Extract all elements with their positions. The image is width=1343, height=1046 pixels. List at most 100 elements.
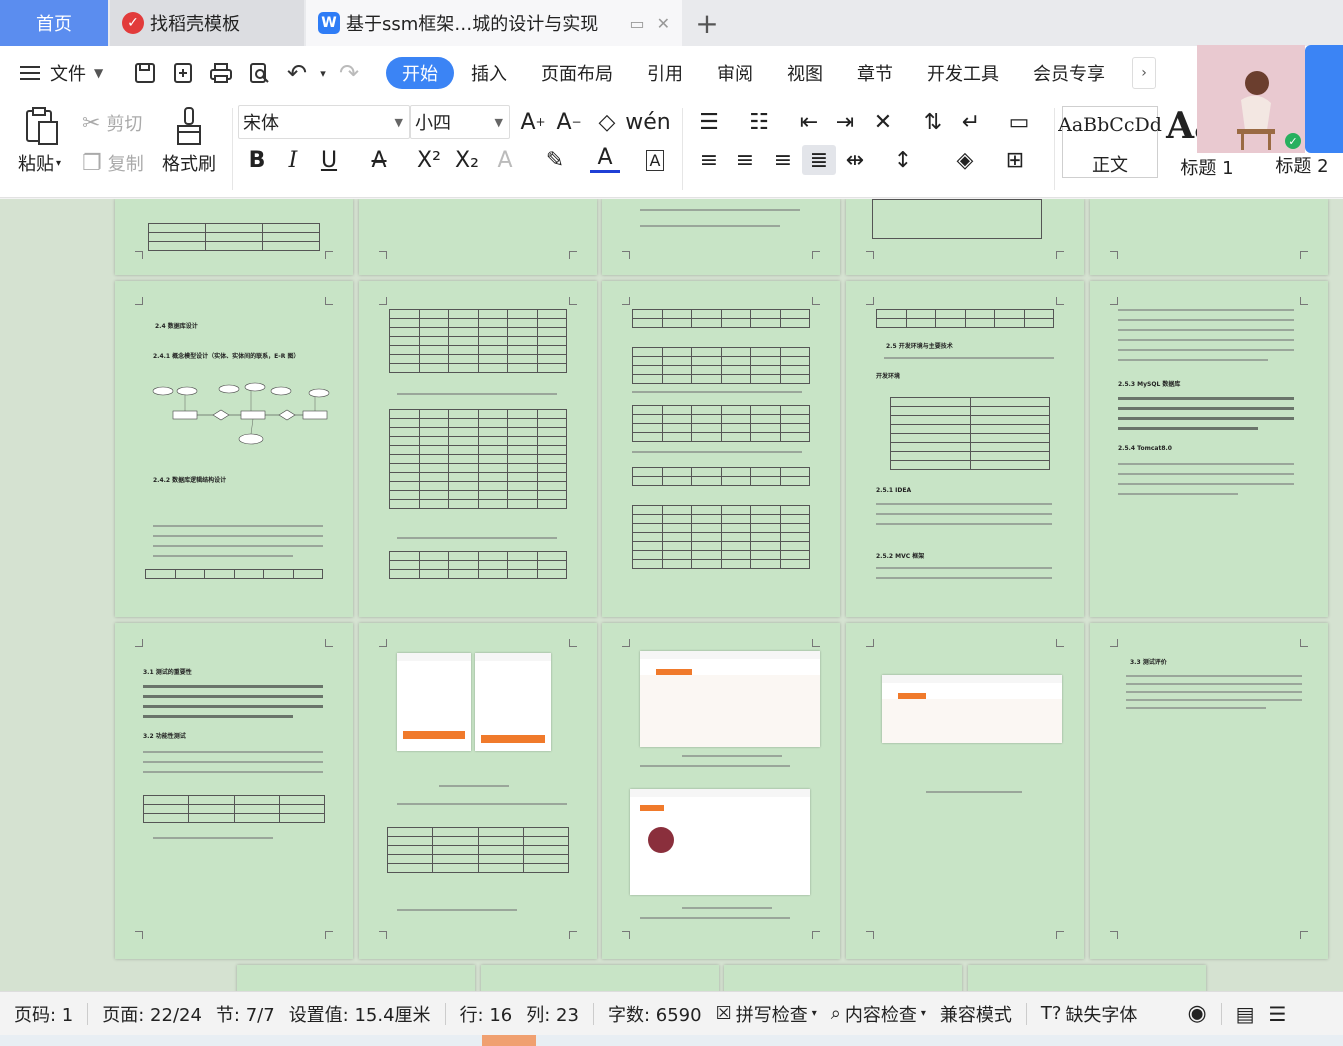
page-thumbnail[interactable]: 2.5.3 MySQL 数据库 2.5.4 Tomcat8.0 (1090, 281, 1328, 617)
page-thumbnail[interactable] (602, 281, 840, 617)
font-size-select[interactable]: 小四 ▼ (410, 105, 510, 139)
divider (592, 1002, 594, 1025)
font-name-select[interactable]: 宋体 ▼ (238, 105, 410, 139)
tab-start[interactable]: 开始 (386, 57, 454, 89)
tab-references[interactable]: 引用 (630, 57, 700, 89)
page-thumbnail[interactable] (359, 281, 597, 617)
italic-icon[interactable]: I (278, 145, 308, 175)
file-menu[interactable]: 文件 ▼ (20, 60, 126, 86)
tab-chapter[interactable]: 章节 (840, 57, 910, 89)
distributed-icon[interactable]: ⇹ (840, 145, 870, 175)
save-icon[interactable] (126, 54, 164, 92)
copy-button[interactable]: ❐ 复制 (82, 150, 144, 176)
page-thumbnail[interactable] (846, 623, 1084, 959)
print-preview-icon[interactable] (240, 54, 278, 92)
increase-indent-icon[interactable]: ⇥ (830, 107, 860, 137)
page-thumbnail[interactable]: 2.5 开发环境与主要技术 开发环境 2.5.1 IDEA 2.5.2 MVC … (846, 281, 1084, 617)
side-panel-toggle[interactable] (1305, 45, 1343, 153)
tab-insert[interactable]: 插入 (454, 57, 524, 89)
more-tabs-icon[interactable]: › (1132, 57, 1156, 89)
avatar[interactable]: ✓ (1197, 45, 1305, 153)
status-page[interactable]: 页面: 22/24 (102, 1001, 202, 1027)
page-thumbnail[interactable] (968, 965, 1206, 991)
bold-icon[interactable]: B (242, 145, 272, 175)
text-effect-icon[interactable]: A (490, 145, 520, 175)
numbered-list-icon[interactable]: ☷ (744, 107, 774, 137)
section-heading: 2.5 开发环境与主要技术 (886, 343, 953, 350)
grow-font-icon[interactable]: A + (518, 107, 548, 137)
strikethrough-icon[interactable]: A (364, 145, 394, 175)
print-icon[interactable] (202, 54, 240, 92)
tab-home[interactable]: 首页 (0, 0, 108, 46)
page-thumbnail[interactable]: 2.4 数据库设计 2.4.1 概念模型设计（实体、实体间的联系，E-R 图） (115, 281, 353, 617)
brush-icon[interactable] (174, 106, 204, 146)
char-border-icon[interactable]: A (640, 145, 670, 175)
pinyin-icon[interactable]: wén (625, 107, 670, 137)
missing-font-button[interactable]: T? 缺失字体 (1041, 1001, 1138, 1027)
bullet-list-icon[interactable]: ☰ (694, 107, 724, 137)
align-center-icon[interactable]: ≡ (730, 145, 760, 175)
style-normal[interactable]: AaBbCcDd 正文 (1058, 106, 1162, 178)
justify-icon[interactable]: ≣ (802, 145, 836, 175)
status-page-code[interactable]: 页码: 1 (14, 1001, 73, 1027)
spell-check-button[interactable]: ☒ 拼写检查 ▾ (716, 1001, 817, 1027)
content-check-button[interactable]: ⌕ 内容检查 ▾ (831, 1001, 926, 1027)
status-word-count[interactable]: 字数: 6590 (608, 1001, 702, 1027)
tab-developer[interactable]: 开发工具 (910, 57, 1016, 89)
borders-icon[interactable]: ⊞ (1000, 145, 1030, 175)
page-thumbnail[interactable] (846, 199, 1084, 275)
format-painter-button[interactable]: 格式刷 (162, 150, 216, 176)
page-thumbnail[interactable] (481, 965, 719, 991)
page-thumbnail[interactable] (602, 199, 840, 275)
subscript-icon[interactable]: X₂ (452, 145, 482, 175)
tab-stops-icon[interactable]: ▭ (1004, 107, 1034, 137)
page-view-icon[interactable]: ▤ (1236, 1002, 1255, 1026)
page-thumbnail[interactable] (602, 623, 840, 959)
underline-icon[interactable]: U (314, 145, 344, 175)
tab-template[interactable]: ✓ 找稻壳模板 (110, 0, 304, 46)
tab-member[interactable]: 会员专享 (1016, 57, 1122, 89)
close-icon[interactable]: ✕ (657, 14, 670, 33)
tab-view[interactable]: 视图 (770, 57, 840, 89)
redo-icon[interactable]: ↷ (330, 54, 368, 92)
monitor-icon[interactable]: ▭ (629, 14, 644, 33)
font-color-icon[interactable]: A (590, 145, 620, 173)
highlight-icon[interactable]: ✎ (540, 145, 570, 175)
document-canvas[interactable]: 2.4 数据库设计 2.4.1 概念模型设计（实体、实体间的联系，E-R 图） (0, 199, 1343, 991)
page-thumbnail[interactable] (237, 965, 475, 991)
page-thumbnail[interactable] (724, 965, 962, 991)
align-left-icon[interactable]: ≡ (694, 145, 724, 175)
tab-review[interactable]: 审阅 (700, 57, 770, 89)
outline-view-icon[interactable]: ☰ (1269, 1002, 1287, 1026)
page-thumbnail[interactable] (359, 623, 597, 959)
page-thumbnail[interactable] (115, 199, 353, 275)
new-tab-button[interactable]: + (682, 0, 732, 46)
cut-button[interactable]: ✂ 剪切 (82, 110, 142, 136)
align-right-icon[interactable]: ≡ (768, 145, 798, 175)
tab-template-label: 找稻壳模板 (150, 14, 240, 35)
undo-dropdown-icon[interactable]: ▾ (316, 54, 330, 92)
shrink-font-icon[interactable]: A − (554, 107, 584, 137)
style-heading-1-label: 标题 1 (1180, 158, 1234, 179)
page-thumbnail[interactable] (359, 199, 597, 275)
tab-page-layout[interactable]: 页面布局 (524, 57, 630, 89)
line-spacing-icon[interactable]: ↕ (888, 145, 918, 175)
shading-icon[interactable]: ◈ (950, 145, 980, 175)
page-thumbnail[interactable]: 3.3 测试评价 (1090, 623, 1328, 959)
chinese-layout-icon[interactable]: ✕ (868, 107, 898, 137)
tab-document[interactable]: W 基于ssm框架…城的设计与实现 ▭ ✕ (306, 0, 682, 46)
decrease-indent-icon[interactable]: ⇤ (794, 107, 824, 137)
export-pdf-icon[interactable] (164, 54, 202, 92)
show-marks-icon[interactable]: ↵ (956, 107, 986, 137)
page-thumbnail[interactable] (1090, 199, 1328, 275)
paste-icon[interactable] (24, 106, 60, 146)
copy-icon: ❐ (82, 150, 102, 176)
sort-icon[interactable]: ⇅ (918, 107, 948, 137)
paste-button[interactable]: 粘贴 ▾ (18, 150, 61, 176)
page-thumbnail[interactable]: 3.1 测试的重要性 3.2 功能性测试 (115, 623, 353, 959)
superscript-icon[interactable]: X² (414, 145, 444, 175)
undo-icon[interactable]: ↶ (278, 54, 316, 92)
clear-format-icon[interactable]: ◇ (592, 107, 622, 137)
eye-protection-icon[interactable]: ◉ (1187, 1001, 1206, 1026)
taskbar-active-item[interactable] (482, 1035, 536, 1046)
